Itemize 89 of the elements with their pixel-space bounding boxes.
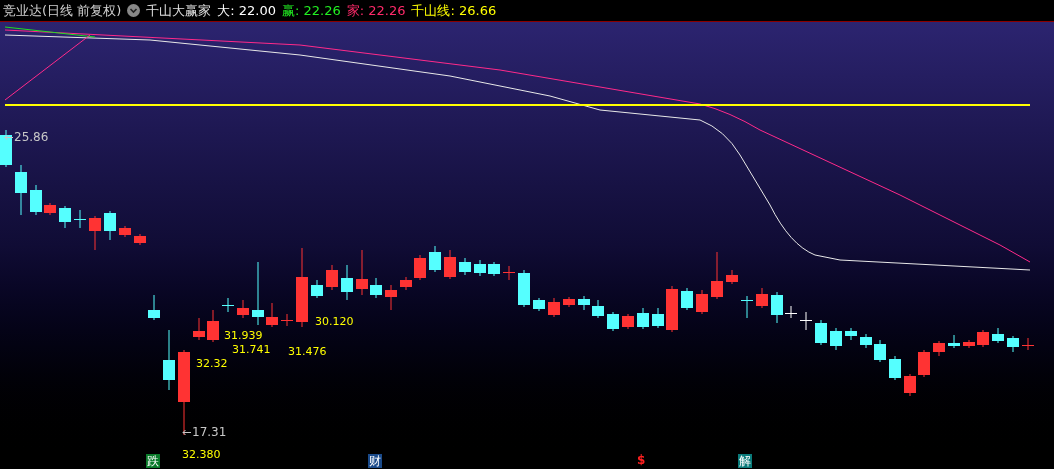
candle [860,333,872,349]
candle [948,334,960,349]
candle [622,313,634,330]
candle [977,329,989,348]
candle [830,327,842,351]
dropdown-icon[interactable] [127,4,141,17]
price-marker: 25.86 [14,131,49,143]
candle [845,327,857,341]
event-badge[interactable]: 财 [368,454,382,468]
candle [237,299,249,319]
candle [874,339,886,363]
candle [756,287,768,309]
candle [889,355,901,381]
candle [414,254,426,281]
candle [563,296,575,308]
candle [652,307,664,329]
candle [578,295,590,311]
candle [548,297,560,318]
candle [771,291,783,324]
candle [726,269,738,285]
candle [134,233,146,246]
candle [1007,335,1019,353]
candle [459,257,471,276]
indicator-name: 千山大赢家 [146,1,212,20]
value-label: 32.32 [196,358,228,369]
candle [0,129,12,168]
candle [30,184,42,216]
value-label: 30.120 [315,316,354,327]
candle [815,319,827,346]
candle [15,164,27,216]
candle [592,299,604,319]
event-badge[interactable]: 跌 [146,454,160,468]
arrow-icon [4,133,13,141]
candle [148,294,160,321]
indicator-reading: 大: 22.00 [217,1,276,20]
candle [356,249,368,296]
value-label: 31.741 [232,344,271,355]
candle [207,309,219,343]
event-badge[interactable]: 解 [738,454,752,468]
candle [1022,337,1034,351]
candle [963,339,975,349]
candle [904,373,916,397]
indicator-reading: 家: 22.26 [346,1,406,20]
candle [266,302,278,328]
candle [800,311,812,331]
value-label: 31.939 [224,330,263,341]
price-marker: 17.31 [192,426,227,438]
candle [488,261,500,277]
candle [89,215,101,251]
arrow-icon [182,428,191,436]
candle [252,261,264,326]
candle [400,276,412,291]
candle [933,340,945,357]
candle [163,329,175,391]
candle [222,297,234,313]
candle [607,311,619,332]
candle [193,317,205,341]
candle [44,202,56,216]
candle [104,210,116,241]
candle [74,209,86,229]
candle [281,313,293,327]
candle [326,264,338,291]
candle [696,289,708,315]
stock-title: 竞业达(日线 前复权) [3,1,122,20]
value-label: 31.476 [288,346,327,357]
candle [681,287,693,311]
candle [311,279,323,299]
candle [429,245,441,273]
candle [444,249,456,280]
candle [518,269,530,308]
candle [385,284,397,311]
candle [119,225,131,238]
candle [992,327,1004,344]
candle [341,264,353,301]
candle [533,297,545,312]
candle [474,259,486,277]
candle [711,251,723,300]
candle [59,205,71,229]
candle [741,295,753,319]
candle [637,307,649,330]
candle [503,265,515,281]
candle [666,285,678,333]
candle [785,305,797,319]
indicator-reading: 千山线: 26.66 [411,1,497,20]
dividend-marker[interactable]: $ [637,454,646,466]
value-label: 32.380 [182,449,221,460]
candle [918,349,930,378]
indicator-reading: 赢: 22.26 [282,1,341,20]
candle [370,277,382,299]
